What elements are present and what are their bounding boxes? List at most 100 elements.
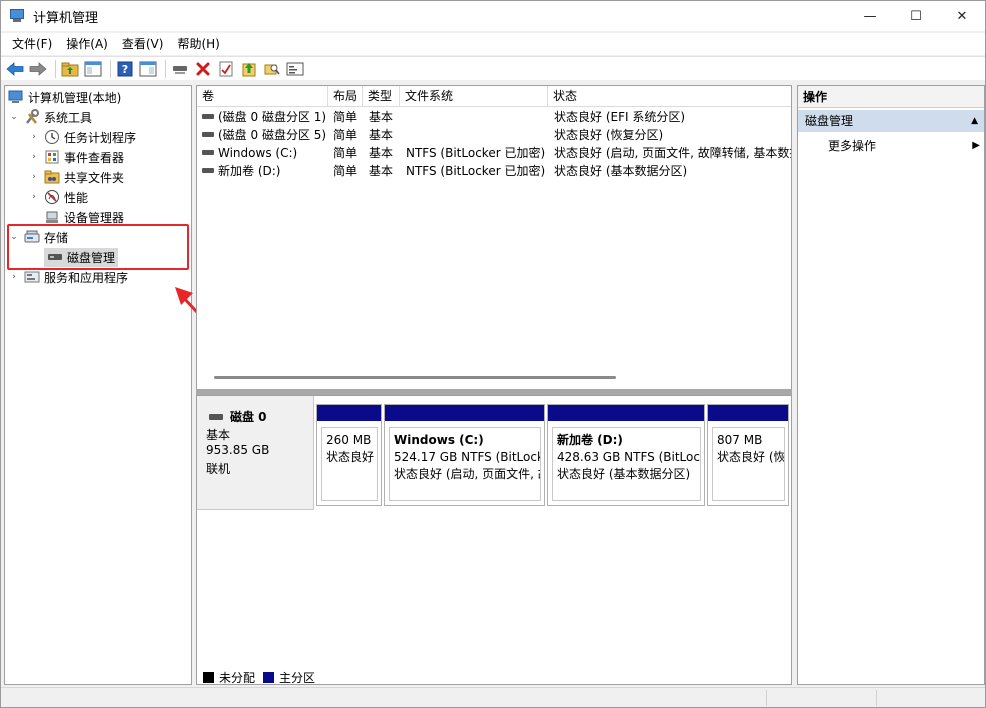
properties-icon[interactable] — [285, 59, 305, 79]
volume-icon — [202, 150, 214, 155]
chevron-right-icon[interactable]: › — [28, 171, 40, 183]
actions-pane: 操作 磁盘管理 ▲ 更多操作 ▶ — [797, 85, 985, 685]
actions-section-label: 磁盘管理 — [805, 114, 854, 128]
tree-item-event-viewer[interactable]: › 事件查看器 — [28, 147, 124, 167]
tree-label-services-apps: 服务和应用程序 — [44, 270, 129, 285]
partition-recovery[interactable]: 807 MB 状态良好 (恢 — [707, 404, 789, 506]
volume-name: (磁盘 0 磁盘分区 1) — [218, 110, 327, 124]
column-header-status[interactable]: 状态 — [548, 86, 791, 107]
title-bar: 计算机管理 — ☐ ✕ — [1, 1, 985, 31]
tree-item-root[interactable]: 计算机管理(本地) — [8, 87, 121, 107]
partition-status: 状态良好 (恢 — [717, 450, 785, 464]
volume-type: 基本 — [369, 128, 394, 142]
volume-row[interactable]: 新加卷 (D:) 简单 基本 NTFS (BitLocker 已加密) 状态良好… — [197, 162, 791, 180]
partition-status: 状态良好 — [326, 450, 375, 464]
computer-management-window: 计算机管理 — ☐ ✕ 文件(F) 操作(A) 查看(V) 帮助(H) ? 计算… — [0, 0, 986, 708]
volume-row[interactable]: (磁盘 0 磁盘分区 5) 简单 基本 状态良好 (恢复分区) — [197, 126, 791, 144]
partition-size: 260 MB — [326, 433, 372, 447]
partition-size: 807 MB — [717, 433, 763, 447]
close-button[interactable]: ✕ — [939, 1, 985, 31]
column-header-filesystem[interactable]: 文件系统 — [400, 86, 548, 107]
tree-item-task-scheduler[interactable]: › 任务计划程序 — [28, 127, 136, 147]
event-viewer-icon — [44, 149, 60, 165]
volume-filesystem — [406, 126, 546, 144]
more-actions-item[interactable]: 更多操作 ▶ — [828, 136, 980, 156]
status-bar-divider — [876, 690, 877, 706]
tree-item-shared-folders[interactable]: › 共享文件夹 — [28, 167, 124, 187]
toolbar: ? — [1, 56, 985, 80]
status-bar — [1, 687, 985, 707]
clock-icon — [44, 129, 60, 145]
chevron-right-icon[interactable]: › — [28, 131, 40, 143]
import-icon[interactable] — [239, 59, 259, 79]
computer-management-icon — [10, 9, 26, 23]
show-hide-tree-icon[interactable] — [83, 59, 103, 79]
partition-windows-c[interactable]: Windows (C:) 524.17 GB NTFS (BitLocke 状态… — [384, 404, 545, 506]
primary-partition-bar — [317, 405, 381, 421]
show-hide-action-pane-icon[interactable] — [138, 59, 158, 79]
maximize-button[interactable]: ☐ — [893, 1, 939, 31]
column-header-type[interactable]: 类型 — [363, 86, 400, 107]
partition-size: 524.17 GB NTFS (BitLocke — [394, 450, 541, 464]
status-bar-divider — [766, 690, 767, 706]
volume-status: 状态良好 (基本数据分区) — [554, 164, 688, 178]
tree-label-root: 计算机管理(本地) — [28, 90, 122, 105]
device-manager-icon — [44, 209, 60, 225]
shared-folder-icon — [44, 169, 60, 185]
search-folder-icon[interactable] — [262, 59, 282, 79]
volume-layout: 简单 — [333, 146, 358, 160]
disk-state: 联机 — [206, 462, 231, 476]
partition-title: Windows (C:) — [394, 433, 484, 447]
menu-help[interactable]: 帮助(H) — [170, 33, 226, 55]
forward-icon[interactable] — [28, 59, 48, 79]
volume-row[interactable]: (磁盘 0 磁盘分区 1) 简单 基本 状态良好 (EFI 系统分区) — [197, 108, 791, 126]
volume-type: 基本 — [369, 110, 394, 124]
tree-item-system-tools[interactable]: ⌄ 系统工具 — [8, 107, 92, 127]
submenu-arrow-icon: ▶ — [972, 140, 980, 151]
disk-info-panel[interactable]: 磁盘 0 基本 953.85 GB 联机 — [197, 396, 314, 510]
partition-efi[interactable]: 260 MB 状态良好 — [316, 404, 382, 506]
volume-name: 新加卷 (D:) — [218, 164, 281, 178]
primary-partition-bar — [708, 405, 788, 421]
menu-view[interactable]: 查看(V) — [115, 33, 171, 55]
volume-row[interactable]: Windows (C:) 简单 基本 NTFS (BitLocker 已加密) … — [197, 144, 791, 162]
checklist-icon[interactable] — [216, 59, 236, 79]
volume-layout: 简单 — [333, 164, 358, 178]
partition-status: 状态良好 (启动, 页面文件, 故 — [394, 467, 541, 481]
help-icon[interactable]: ? — [115, 59, 135, 79]
collapse-up-icon[interactable]: ▲ — [971, 110, 978, 132]
disk-size: 953.85 GB — [206, 443, 270, 457]
disk-icon — [209, 410, 223, 424]
back-icon[interactable] — [5, 59, 25, 79]
volume-icon — [202, 132, 214, 137]
partition-data-d[interactable]: 新加卷 (D:) 428.63 GB NTFS (BitLock 状态良好 (基… — [547, 404, 705, 506]
minimize-button[interactable]: — — [847, 1, 893, 31]
connect-virtual-disk-icon[interactable] — [170, 59, 190, 79]
chevron-down-icon[interactable]: ⌄ — [8, 111, 20, 123]
actions-section-disk-management[interactable]: 磁盘管理 ▲ — [798, 110, 984, 132]
menu-bar: 文件(F) 操作(A) 查看(V) 帮助(H) — [1, 33, 985, 55]
navigation-tree: 计算机管理(本地) ⌄ 系统工具 › 任务计划程序 › 事件查看器 › 共享文件… — [4, 85, 192, 685]
system-tools-icon — [24, 109, 40, 125]
column-header-volume[interactable]: 卷 — [197, 86, 328, 107]
column-header-layout[interactable]: 布局 — [328, 86, 363, 107]
volume-name: Windows (C:) — [218, 146, 298, 160]
disk-graphical-view: 磁盘 0 基本 953.85 GB 联机 260 MB 状态良好 Windows… — [196, 395, 792, 685]
volume-list: 卷 布局 类型 文件系统 状态 (磁盘 0 磁盘分区 1) 简单 基本 状态良好… — [196, 85, 792, 393]
chevron-right-icon[interactable]: › — [28, 191, 40, 203]
tree-item-performance[interactable]: › 性能 — [28, 187, 88, 207]
delete-icon[interactable] — [193, 59, 213, 79]
more-actions-label: 更多操作 — [828, 139, 877, 153]
computer-management-icon — [8, 89, 24, 105]
menu-file[interactable]: 文件(F) — [5, 33, 59, 55]
horizontal-scrollbar[interactable] — [214, 376, 616, 379]
up-folder-icon[interactable] — [60, 59, 80, 79]
chevron-right-icon[interactable]: › — [8, 271, 20, 283]
disk-type: 基本 — [206, 428, 231, 442]
tree-label-task-scheduler: 任务计划程序 — [64, 130, 137, 145]
menu-action[interactable]: 操作(A) — [59, 33, 115, 55]
chevron-right-icon[interactable]: › — [28, 151, 40, 163]
tree-item-services-apps[interactable]: › 服务和应用程序 — [8, 267, 128, 287]
tree-label-system-tools: 系统工具 — [44, 110, 93, 125]
annotation-highlight-box — [7, 224, 189, 270]
